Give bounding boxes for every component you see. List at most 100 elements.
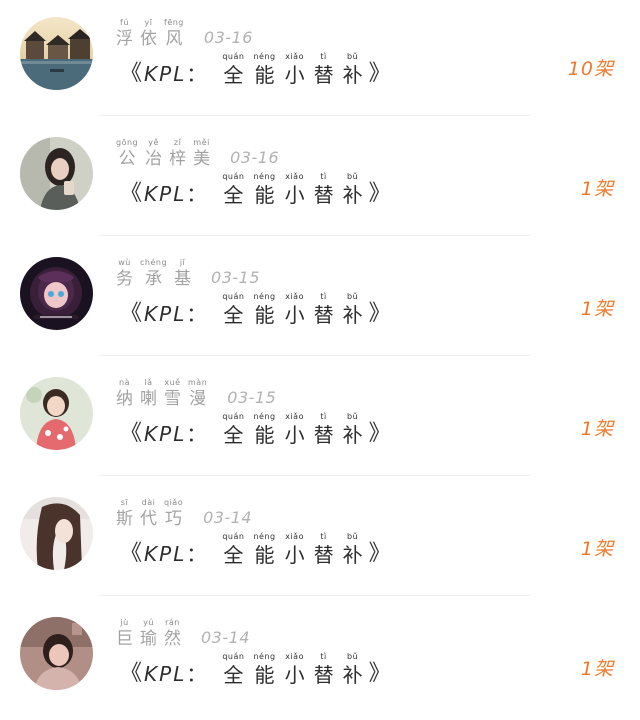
post-title[interactable]: 《 KPL ： quán 全 néng 能 xiǎo 小 tì 替 bǔ 补 》	[120, 48, 391, 88]
divider	[100, 355, 530, 356]
ruby-char: xuě 雪	[164, 378, 181, 410]
ruby-char: yú 瑜	[140, 618, 157, 650]
post-meta: nà 纳 lǎ 喇 xuě 雪 màn 漫 03-15	[116, 366, 276, 410]
ruby-char: xiǎo 小	[285, 652, 305, 688]
title-colon: ：	[186, 302, 207, 326]
girl-photo-avatar[interactable]	[20, 617, 93, 690]
post-title[interactable]: 《 KPL ： quán 全 néng 能 xiǎo 小 tì 替 bǔ 补 》	[120, 408, 391, 448]
title-open-bracket: 《	[120, 181, 143, 206]
user-name[interactable]: jù 巨 yú 瑜 rán 然	[116, 618, 181, 650]
hanzi: 喇	[140, 389, 157, 409]
title-close-bracket: 》	[368, 661, 391, 686]
post-meta: fú 浮 yī 依 fēng 风 03-16	[116, 6, 253, 50]
list-item[interactable]: fú 浮 yī 依 fēng 风 03-16 《 KPL ： quán 全 néng 能 xiǎo…	[0, 0, 640, 120]
user-name[interactable]: gōng 公 yě 冶 zǐ 梓 měi 美	[116, 138, 210, 170]
ruby-char: bǔ 补	[343, 412, 363, 448]
pinyin: bǔ	[347, 652, 359, 661]
title-open-bracket: 《	[120, 61, 143, 86]
list-item[interactable]: sī 斯 dài 代 qiǎo 巧 03-14 《 KPL ： quán 全 néng 能 xiǎ…	[0, 480, 640, 600]
pinyin: tì	[320, 412, 327, 421]
user-name[interactable]: nà 纳 lǎ 喇 xuě 雪 màn 漫	[116, 378, 207, 410]
hanzi: 梓	[169, 149, 187, 169]
pinyin: jī	[179, 258, 186, 267]
ruby-char: tì 替	[314, 292, 334, 328]
hanzi: 替	[313, 183, 334, 207]
hanzi: 全	[223, 663, 244, 687]
user-name[interactable]: wù 务 chéng 承 jī 基	[116, 258, 191, 290]
hanzi: 能	[254, 663, 275, 687]
title-kpl: KPL	[144, 62, 187, 86]
user-name[interactable]: sī 斯 dài 代 qiǎo 巧	[116, 498, 183, 530]
ruby-char: jù 巨	[116, 618, 133, 650]
pinyin: quán	[222, 172, 245, 181]
title-chars: quán 全 néng 能 xiǎo 小 tì 替 bǔ 补	[222, 652, 362, 688]
pinyin: rán	[165, 618, 180, 627]
count-badge: 10架	[567, 58, 614, 80]
pinyin: néng	[253, 172, 276, 181]
post-meta: jù 巨 yú 瑜 rán 然 03-14	[116, 606, 250, 650]
title-kpl: KPL	[144, 422, 187, 446]
pinyin: sī	[120, 498, 129, 507]
divider	[100, 235, 530, 236]
post-title[interactable]: 《 KPL ： quán 全 néng 能 xiǎo 小 tì 替 bǔ 补 》	[120, 288, 391, 328]
list-item[interactable]: wù 务 chéng 承 jī 基 03-15 《 KPL ： quán 全 néng 能 xiǎ…	[0, 240, 640, 360]
ruby-char: xiǎo 小	[285, 172, 305, 208]
woman-hair-avatar[interactable]	[20, 497, 93, 570]
hanzi: 风	[165, 29, 183, 49]
pinyin: wù	[118, 258, 131, 267]
post-title[interactable]: 《 KPL ： quán 全 néng 能 xiǎo 小 tì 替 bǔ 补 》	[120, 168, 391, 208]
child-avatar[interactable]	[20, 377, 93, 450]
pinyin: měi	[193, 138, 210, 147]
hanzi: 替	[313, 543, 334, 567]
list-item[interactable]: nà 纳 lǎ 喇 xuě 雪 màn 漫 03-15 《 KPL ： quán 全 néng 能 x…	[0, 360, 640, 480]
water-town-avatar[interactable]	[20, 17, 93, 90]
hanzi: 全	[223, 303, 244, 327]
ruby-char: tì 替	[314, 172, 334, 208]
ruby-char: xiǎo 小	[285, 52, 305, 88]
list-item[interactable]: jù 巨 yú 瑜 rán 然 03-14 《 KPL ： quán 全 néng 能 xiǎo 小…	[0, 600, 640, 720]
post-title[interactable]: 《 KPL ： quán 全 néng 能 xiǎo 小 tì 替 bǔ 补 》	[120, 648, 391, 688]
woman-portrait-avatar[interactable]	[20, 137, 93, 210]
title-chars: quán 全 néng 能 xiǎo 小 tì 替 bǔ 补	[222, 292, 362, 328]
ruby-char: měi 美	[193, 138, 210, 170]
hanzi: 能	[254, 183, 275, 207]
ruby-char: quán 全	[222, 652, 244, 688]
title-chars: quán 全 néng 能 xiǎo 小 tì 替 bǔ 补	[222, 532, 362, 568]
ruby-char: tì 替	[314, 532, 334, 568]
post-list: fú 浮 yī 依 fēng 风 03-16 《 KPL ： quán 全 néng 能 xiǎo…	[0, 0, 640, 711]
divider	[100, 475, 530, 476]
ruby-char: bǔ 补	[343, 532, 363, 568]
post-date: 03-15	[227, 388, 277, 407]
ruby-char: wù 务	[116, 258, 133, 290]
count-badge: 1架	[580, 178, 614, 200]
post-title[interactable]: 《 KPL ： quán 全 néng 能 xiǎo 小 tì 替 bǔ 补 》	[120, 528, 391, 568]
ruby-char: bǔ 补	[343, 292, 363, 328]
user-name[interactable]: fú 浮 yī 依 fēng 风	[116, 18, 184, 50]
hanzi: 漫	[189, 389, 207, 409]
hanzi: 浮	[116, 29, 133, 49]
post-meta: gōng 公 yě 冶 zǐ 梓 měi 美 03-16	[116, 126, 279, 170]
hanzi: 公	[118, 149, 136, 169]
hanzi: 基	[174, 269, 192, 289]
pinyin: fēng	[164, 18, 184, 27]
hanzi: 补	[342, 423, 363, 447]
anime-girl-avatar[interactable]	[20, 257, 93, 330]
ruby-char: quán 全	[222, 292, 244, 328]
list-item[interactable]: gōng 公 yě 冶 zǐ 梓 měi 美 03-16 《 KPL ： quán 全 néng 能…	[0, 120, 640, 240]
hanzi: 务	[116, 269, 133, 289]
pinyin: bǔ	[347, 172, 359, 181]
hanzi: 能	[254, 423, 275, 447]
title-colon: ：	[186, 662, 207, 686]
ruby-char: yě 冶	[145, 138, 162, 170]
title-colon: ：	[186, 422, 207, 446]
pinyin: qiǎo	[164, 498, 184, 507]
count-badge: 1架	[580, 538, 614, 560]
hanzi: 补	[342, 303, 363, 327]
pinyin: xiǎo	[285, 292, 304, 301]
hanzi: 雪	[164, 389, 181, 409]
hanzi: 补	[342, 543, 363, 567]
title-kpl: KPL	[144, 542, 187, 566]
ruby-char: tì 替	[314, 52, 334, 88]
hanzi: 承	[145, 269, 163, 289]
post-date: 03-16	[230, 148, 280, 167]
